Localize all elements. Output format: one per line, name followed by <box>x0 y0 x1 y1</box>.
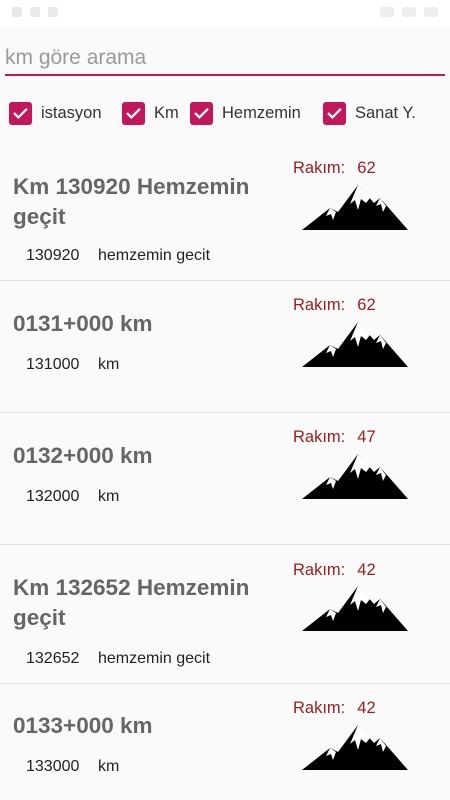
list-item[interactable]: 0133+000 km 133000 km Rakım: 42 <box>0 684 450 800</box>
item-title: 0133+000 km <box>13 713 153 738</box>
checkbox-checked-icon[interactable] <box>190 101 213 125</box>
list-item[interactable]: 0132+000 km 132000 km Rakım: 47 <box>0 413 450 545</box>
elevation-value: 42 <box>357 699 376 717</box>
elevation-label: Rakım: <box>293 699 346 717</box>
checkbox-checked-icon[interactable] <box>122 101 145 125</box>
elevation-label: Rakım: <box>293 428 346 446</box>
filter-label: Sanat Y. <box>355 103 416 122</box>
filter-km[interactable]: Km <box>122 100 179 126</box>
item-details: 133000 km <box>26 758 119 776</box>
item-title: 0131+000 km <box>13 311 153 336</box>
item-details: 131000 km <box>26 356 119 374</box>
mountain-icon <box>302 586 408 631</box>
elevation-text: Rakım: 42 <box>293 699 376 718</box>
elevation-label: Rakım: <box>293 296 346 314</box>
list-item[interactable]: Km 132652 Hemzemin geçit 132652 hemzemin… <box>0 545 450 684</box>
elevation-value: 42 <box>357 561 376 579</box>
filter-bar: istasyon Km Hemzemin Sanat Y. <box>9 100 445 126</box>
checkbox-checked-icon[interactable] <box>323 101 346 125</box>
item-km: 133000 <box>26 758 80 775</box>
item-details: 130920 hemzemin gecit <box>26 247 210 265</box>
item-type: km <box>98 758 120 775</box>
item-km: 132652 <box>26 650 80 667</box>
checkbox-checked-icon[interactable] <box>9 101 32 125</box>
list-item[interactable]: 0131+000 km 131000 km Rakım: 62 <box>0 281 450 413</box>
filter-label: Km <box>154 103 179 122</box>
item-details: 132652 hemzemin gecit <box>26 650 210 668</box>
elevation-text: Rakım: 62 <box>293 159 376 178</box>
mountain-icon <box>302 454 408 499</box>
elevation-text: Rakım: 47 <box>293 428 376 447</box>
item-details: 132000 km <box>26 488 119 506</box>
item-title: Km 130920 Hemzemin geçit <box>13 174 250 229</box>
search-bar <box>5 42 445 78</box>
item-km: 132000 <box>26 488 80 505</box>
mountain-icon <box>302 322 408 367</box>
elevation-label: Rakım: <box>293 159 346 177</box>
search-input[interactable] <box>5 42 445 76</box>
filter-istasyon[interactable]: istasyon <box>9 100 102 126</box>
mountain-icon <box>302 725 408 770</box>
item-km: 131000 <box>26 356 80 373</box>
elevation-value: 62 <box>357 296 376 314</box>
list-item[interactable]: Km 130920 Hemzemin geçit 130920 hemzemin… <box>0 150 450 281</box>
filter-label: istasyon <box>41 103 102 122</box>
item-title: 0132+000 km <box>13 443 153 468</box>
mountain-icon <box>302 185 408 230</box>
filter-hemzemin[interactable]: Hemzemin <box>190 100 301 126</box>
elevation-text: Rakım: 42 <box>293 561 376 580</box>
item-type: km <box>98 488 120 505</box>
item-title: Km 132652 Hemzemin geçit <box>13 575 250 630</box>
elevation-label: Rakım: <box>293 561 346 579</box>
item-type: km <box>98 356 120 373</box>
item-type: hemzemin gecit <box>98 247 211 264</box>
elevation-value: 47 <box>357 428 376 446</box>
filter-sanat-yapisi[interactable]: Sanat Y. <box>323 100 416 126</box>
item-type: hemzemin gecit <box>98 650 211 667</box>
elevation-value: 62 <box>357 159 376 177</box>
item-km: 130920 <box>26 247 80 264</box>
filter-label: Hemzemin <box>222 103 301 122</box>
status-bar <box>0 0 450 26</box>
elevation-text: Rakım: 62 <box>293 296 376 315</box>
